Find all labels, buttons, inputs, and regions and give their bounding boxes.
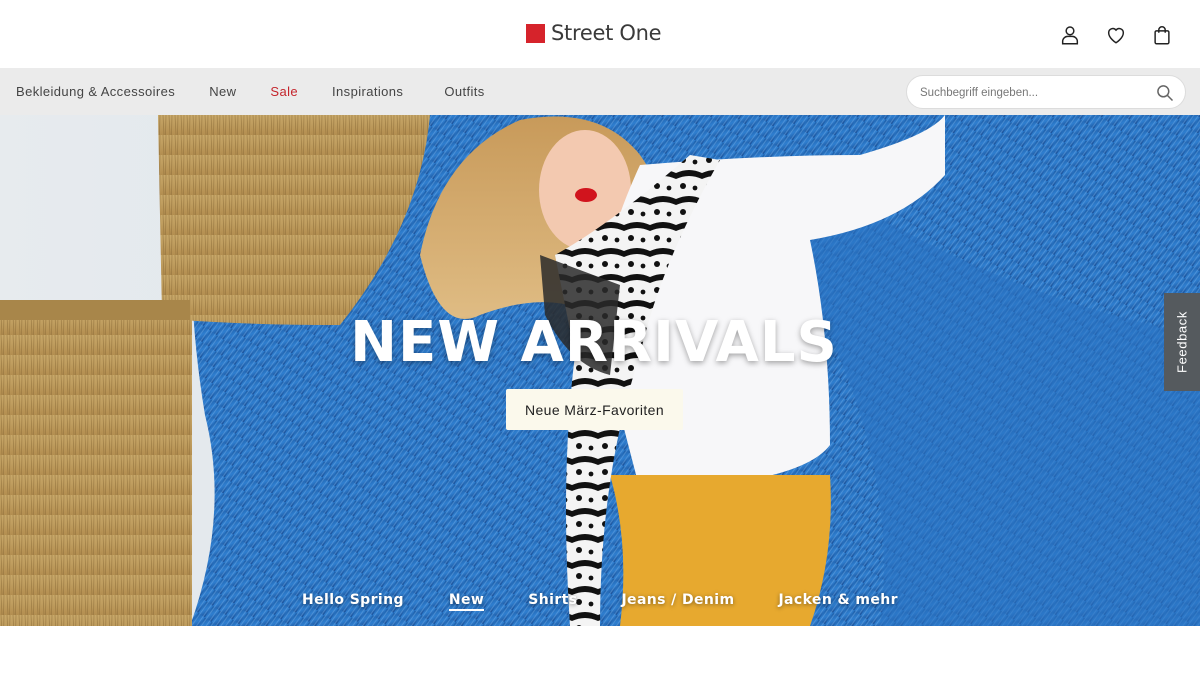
nav-list: Bekleidung & Accessoires New Sale Inspir… bbox=[16, 68, 485, 115]
hero-banner[interactable]: NEW ARRIVALS Neue März-Favoriten Hello S… bbox=[0, 115, 1200, 626]
hero-link-jacken-mehr[interactable]: Jacken & mehr bbox=[778, 591, 897, 611]
search-box bbox=[906, 75, 1186, 109]
feedback-label: Feedback bbox=[1174, 311, 1190, 373]
hero-link-new[interactable]: New bbox=[448, 591, 485, 611]
shopping-bag-icon[interactable] bbox=[1150, 23, 1174, 47]
hero-category-links: Hello Spring New Shirts Jeans / Denim Ja… bbox=[302, 591, 898, 611]
logo-mark bbox=[526, 23, 545, 43]
hero-title: NEW ARRIVALS bbox=[350, 310, 838, 375]
brand-logo[interactable]: Street One bbox=[526, 21, 662, 45]
feedback-tab[interactable]: Feedback bbox=[1164, 293, 1200, 391]
hero-link-jeans-denim[interactable]: Jeans / Denim bbox=[621, 591, 734, 611]
hero-link-hello-spring[interactable]: Hello Spring bbox=[302, 591, 404, 611]
nav-item-new[interactable]: New bbox=[209, 84, 236, 99]
heart-icon[interactable] bbox=[1104, 23, 1128, 47]
search-input[interactable] bbox=[920, 84, 1145, 102]
user-icon[interactable] bbox=[1058, 23, 1082, 47]
nav-item-outfits[interactable]: Outfits bbox=[444, 84, 484, 99]
nav-item-inspirations[interactable]: Inspirations bbox=[332, 84, 403, 99]
nav-item-sale[interactable]: Sale bbox=[270, 84, 298, 99]
brand-name: Street One bbox=[551, 21, 662, 45]
site-header: Street One bbox=[0, 0, 1200, 68]
search-icon[interactable] bbox=[1155, 83, 1175, 103]
nav-item-bekleidung-accessoires[interactable]: Bekleidung & Accessoires bbox=[16, 84, 175, 99]
hero-link-shirts[interactable]: Shirts bbox=[528, 591, 577, 611]
hero-cta-button[interactable]: Neue März-Favoriten bbox=[506, 389, 683, 430]
header-actions bbox=[1058, 23, 1174, 47]
